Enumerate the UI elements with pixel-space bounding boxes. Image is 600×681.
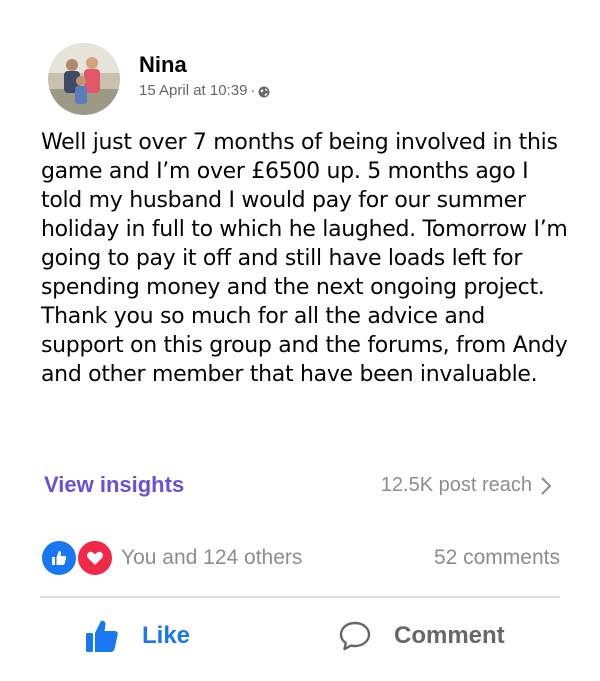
like-button[interactable]: Like [84, 614, 190, 658]
post-reach-label: 12.5K post reach [380, 474, 532, 496]
divider [40, 596, 560, 598]
meta-separator: · [250, 82, 256, 99]
comment-label: Comment [394, 622, 505, 649]
post-card: Nina 15 April at 10:39 · Well just over … [0, 0, 600, 681]
post-date[interactable]: 15 April at 10:39 [139, 82, 247, 99]
view-insights-link[interactable]: View insights [44, 472, 184, 498]
love-reaction-icon [76, 539, 114, 577]
post-text: Well just over 7 months of being involve… [41, 130, 568, 387]
like-reaction-icon [40, 539, 78, 577]
comment-bubble-icon [339, 621, 371, 651]
thumbs-up-icon [86, 620, 118, 652]
reaction-summary[interactable]: You and 124 others [121, 546, 302, 570]
like-label: Like [142, 622, 191, 649]
avatar[interactable] [48, 43, 120, 115]
author-name[interactable]: Nina [139, 52, 187, 78]
post-reach[interactable]: 12.5K post reach [381, 474, 552, 497]
comment-button[interactable]: Comment [338, 614, 505, 658]
chevron-right-icon [541, 476, 552, 495]
globe-icon [258, 85, 270, 97]
reaction-icons[interactable] [40, 539, 114, 577]
comments-count[interactable]: 52 comments [434, 546, 560, 570]
post-meta: 15 April at 10:39 · [139, 82, 270, 99]
